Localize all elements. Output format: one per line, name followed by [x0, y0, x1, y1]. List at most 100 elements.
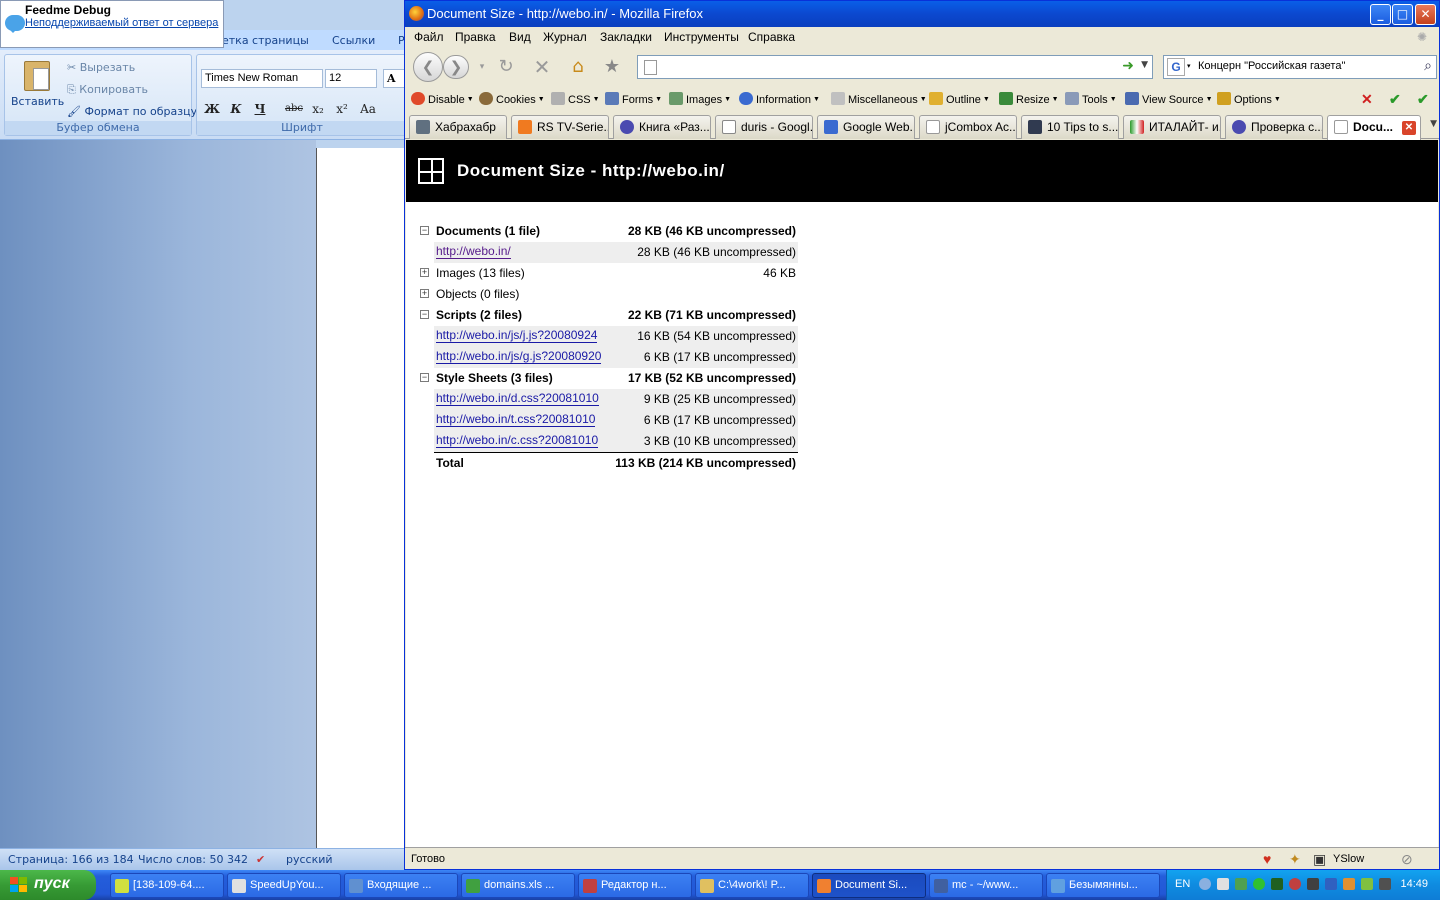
- word-tab-references[interactable]: Ссылки: [332, 34, 375, 47]
- tab-italight[interactable]: ИТАЛАЙТ- и...: [1123, 115, 1221, 139]
- copy-button[interactable]: ⎘ Копировать: [67, 83, 148, 97]
- network-icon[interactable]: [1235, 878, 1247, 890]
- bookmark-star-icon[interactable]: ★: [601, 56, 623, 78]
- notification-link[interactable]: Неподдерживаемый ответ от сервера: [25, 17, 218, 29]
- search-bar[interactable]: G ▾ Концерн "Российская газета" ⌕: [1163, 55, 1437, 79]
- file-link[interactable]: http://webo.in/: [436, 245, 511, 259]
- wd-miscellaneous-menu[interactable]: Miscellaneous ▼: [831, 92, 927, 106]
- wd-close-icon[interactable]: ✕: [1361, 91, 1373, 108]
- file-link[interactable]: http://webo.in/d.css?20081010: [436, 392, 599, 406]
- search-input[interactable]: Концерн "Российская газета": [1198, 60, 1345, 72]
- forward-button[interactable]: ❯: [443, 55, 469, 79]
- tab-rs-tv-series[interactable]: RS TV-Serie...: [511, 115, 609, 139]
- google-engine-icon[interactable]: G: [1167, 58, 1185, 76]
- taskbar-button[interactable]: Безымянны...: [1046, 873, 1160, 898]
- display-icon[interactable]: [1325, 878, 1337, 890]
- file-link[interactable]: http://webo.in/c.css?20081010: [436, 434, 599, 448]
- maximize-button[interactable]: □: [1392, 4, 1413, 25]
- taskbar-button[interactable]: [138-109-64....: [110, 873, 224, 898]
- menu-history[interactable]: Журнал: [543, 30, 587, 44]
- cut-button[interactable]: ✂ Вырезать: [67, 61, 135, 74]
- format-painter-button[interactable]: 🖌 Формат по образцу: [67, 105, 197, 118]
- taskbar-button[interactable]: Document Si...: [812, 873, 926, 898]
- menu-tools[interactable]: Инструменты: [664, 30, 739, 44]
- page-count[interactable]: Страница: 166 из 184: [8, 853, 134, 866]
- font-name-select[interactable]: Times New Roman: [201, 69, 323, 88]
- tab-jcombox[interactable]: jCombox Ac...: [919, 115, 1017, 139]
- underline-button[interactable]: Ч: [249, 99, 271, 119]
- stop-icon[interactable]: ✕: [531, 56, 553, 78]
- engine-dropdown-icon[interactable]: ▾: [1187, 62, 1191, 70]
- file-link[interactable]: http://webo.in/t.css?20081010: [436, 413, 596, 427]
- monitor-icon[interactable]: [1271, 878, 1283, 890]
- feedme-notification[interactable]: Feedme Debug Неподдерживаемый ответ от с…: [0, 0, 224, 48]
- wd-information-menu[interactable]: Information ▼: [739, 92, 820, 106]
- collapse-icon[interactable]: −: [420, 226, 429, 235]
- wd-view-source-menu[interactable]: View Source ▼: [1125, 92, 1213, 106]
- change-case-button[interactable]: Aa: [357, 99, 379, 119]
- css-valid-icon[interactable]: ✔: [1389, 91, 1401, 108]
- wd-options-menu[interactable]: Options ▼: [1217, 92, 1281, 106]
- disabled-icon[interactable]: ⊘: [1401, 851, 1413, 868]
- html-valid-icon[interactable]: ✔: [1417, 91, 1429, 108]
- subscript-button[interactable]: x₂: [307, 99, 329, 119]
- language-indicator[interactable]: EN: [1175, 878, 1190, 890]
- wd-disable-menu[interactable]: Disable ▼: [411, 92, 474, 106]
- tab-close-icon[interactable]: ✕: [1402, 121, 1416, 135]
- minimize-button[interactable]: _: [1370, 4, 1391, 25]
- wd-images-menu[interactable]: Images ▼: [669, 92, 731, 106]
- go-arrow-icon[interactable]: ➜: [1122, 58, 1134, 74]
- expand-icon[interactable]: +: [420, 289, 429, 298]
- back-arrow-icon[interactable]: [1199, 878, 1211, 890]
- yslow-label[interactable]: YSlow: [1333, 853, 1364, 865]
- mail-icon[interactable]: [1217, 878, 1229, 890]
- collapse-icon[interactable]: −: [420, 373, 429, 382]
- superscript-button[interactable]: x²: [331, 99, 353, 119]
- tab-google-web[interactable]: Google Web...: [817, 115, 915, 139]
- font-size-select[interactable]: 12: [325, 69, 377, 88]
- search-icon[interactable]: ⌕: [1424, 58, 1432, 74]
- wd-css-menu[interactable]: CSS ▼: [551, 92, 600, 106]
- paste-button[interactable]: Вставить: [11, 59, 64, 119]
- menu-help[interactable]: Справка: [748, 30, 795, 44]
- app-tray-icon[interactable]: [1343, 878, 1355, 890]
- strikethrough-button[interactable]: abc: [283, 99, 305, 119]
- menu-view[interactable]: Вид: [509, 30, 531, 44]
- wd-outline-menu[interactable]: Outline ▼: [929, 92, 990, 106]
- wd-forms-menu[interactable]: Forms ▼: [605, 92, 662, 106]
- url-dropdown-icon[interactable]: ▼: [1141, 60, 1148, 70]
- taskbar-button[interactable]: domains.xls ...: [461, 873, 575, 898]
- tab-10-tips[interactable]: 10 Tips to s...: [1021, 115, 1119, 139]
- antivirus-icon[interactable]: [1289, 878, 1301, 890]
- heart-icon[interactable]: ♥: [1263, 851, 1271, 867]
- title-bar[interactable]: Document Size - http://webo.in/ - Mozill…: [405, 1, 1439, 27]
- tab-duris-google[interactable]: duris - Googl...: [715, 115, 813, 139]
- grow-font-button[interactable]: A: [383, 69, 405, 88]
- tab-book[interactable]: Книга «Раз...: [613, 115, 711, 139]
- menu-edit[interactable]: Правка: [455, 30, 496, 44]
- italic-button[interactable]: К: [225, 99, 247, 119]
- file-link[interactable]: http://webo.in/js/g.js?20080920: [436, 350, 602, 364]
- bold-button[interactable]: Ж: [201, 99, 223, 119]
- tab-document-size[interactable]: Docu... ✕: [1327, 115, 1421, 140]
- firebug-icon[interactable]: ✦: [1289, 851, 1301, 868]
- menu-file[interactable]: Файл: [414, 30, 444, 44]
- wd-tools-menu[interactable]: Tools ▼: [1065, 92, 1117, 106]
- tab-check[interactable]: Проверка с...: [1225, 115, 1323, 139]
- file-link[interactable]: http://webo.in/js/j.js?20080924: [436, 329, 598, 343]
- menu-bookmarks[interactable]: Закладки: [600, 30, 652, 44]
- sync-icon[interactable]: [1361, 878, 1373, 890]
- word-tab-page-layout[interactable]: етка страницы: [222, 34, 309, 47]
- word-document-page[interactable]: [316, 148, 404, 848]
- url-bar[interactable]: ➜ ▼: [637, 55, 1153, 79]
- close-button[interactable]: ✕: [1415, 4, 1436, 25]
- taskbar-button[interactable]: C:\4work\! P...: [695, 873, 809, 898]
- wd-resize-menu[interactable]: Resize ▼: [999, 92, 1059, 106]
- collapse-icon[interactable]: −: [420, 310, 429, 319]
- start-button[interactable]: пуск: [0, 870, 96, 900]
- taskbar-button[interactable]: Входящие ...: [344, 873, 458, 898]
- yslow-icon[interactable]: ▣: [1313, 851, 1326, 868]
- tab-habrahabr[interactable]: Хабрахабр: [409, 115, 507, 139]
- utility-icon[interactable]: [1307, 878, 1319, 890]
- wd-cookies-menu[interactable]: Cookies ▼: [479, 92, 545, 106]
